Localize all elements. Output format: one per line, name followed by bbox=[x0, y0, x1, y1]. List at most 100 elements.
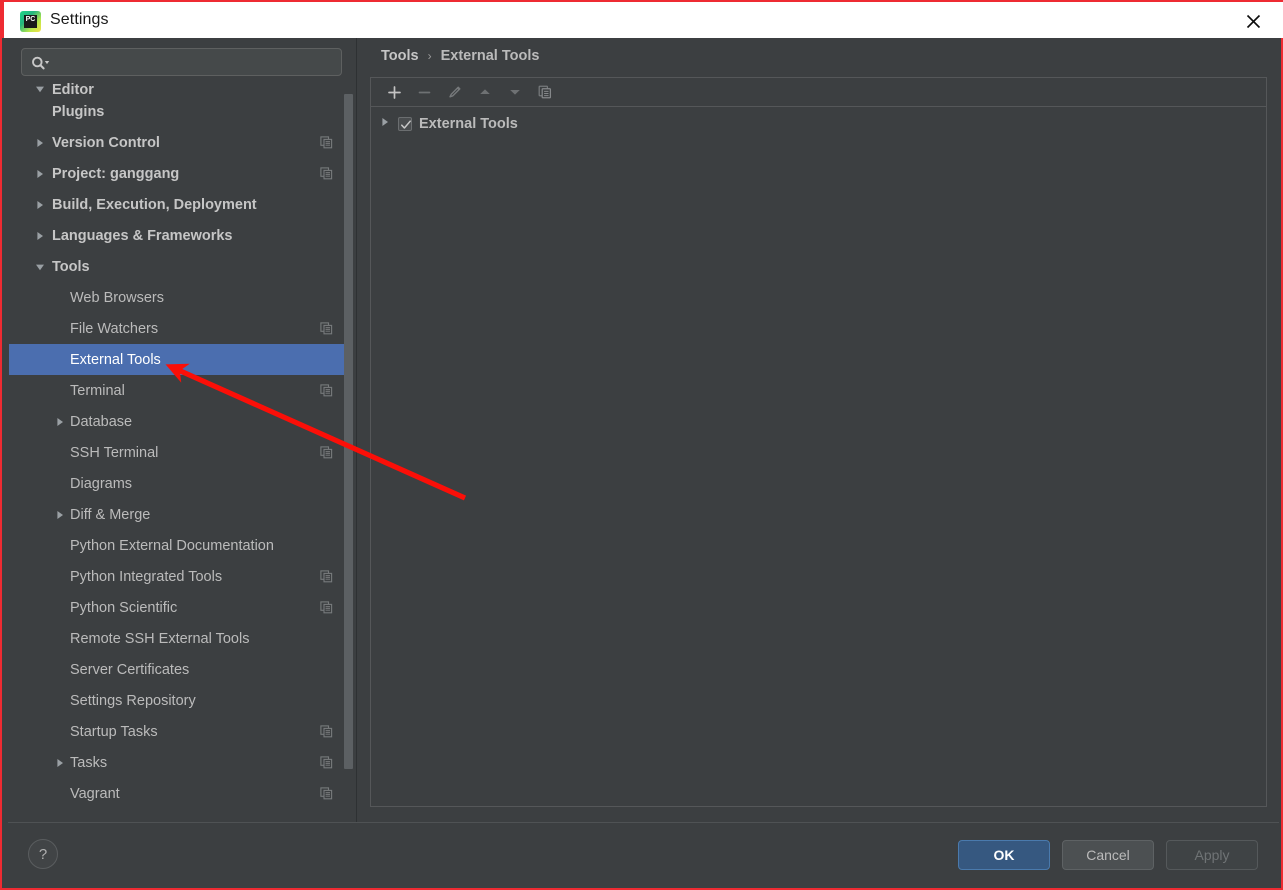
sidebar-item-label: Version Control bbox=[52, 134, 160, 151]
sidebar-item-python-integrated-tools[interactable]: Python Integrated Tools bbox=[9, 561, 350, 592]
external-tools-group-label: External Tools bbox=[419, 116, 518, 132]
sidebar-item-label: Build, Execution, Deployment bbox=[52, 196, 257, 213]
sidebar-item-python-scientific[interactable]: Python Scientific bbox=[9, 592, 350, 623]
arrow-up-icon bbox=[479, 89, 490, 94]
ok-button[interactable]: OK bbox=[958, 840, 1050, 870]
chevron-down-icon[interactable] bbox=[33, 82, 47, 96]
pycharm-icon: PC bbox=[20, 11, 41, 32]
sidebar-item-label: Python External Documentation bbox=[70, 537, 274, 554]
dialog-button-group: OK Cancel Apply bbox=[958, 840, 1258, 870]
remove-button[interactable] bbox=[411, 80, 438, 104]
add-button[interactable] bbox=[381, 80, 408, 104]
breadcrumb: Tools › External Tools bbox=[381, 48, 539, 64]
cancel-button[interactable]: Cancel bbox=[1062, 840, 1154, 870]
external-tools-checkbox[interactable] bbox=[398, 117, 412, 131]
sidebar-item-label: External Tools bbox=[70, 351, 161, 368]
sidebar-scrollbar[interactable] bbox=[344, 94, 353, 769]
sidebar-item-version-control[interactable]: Version Control bbox=[9, 127, 350, 158]
apply-button[interactable]: Apply bbox=[1166, 840, 1258, 870]
sidebar-item-settings-repository[interactable]: Settings Repository bbox=[9, 685, 350, 716]
sidebar-item-label: Diff & Merge bbox=[70, 506, 151, 523]
sidebar-item-label: File Watchers bbox=[70, 320, 159, 337]
edit-button[interactable] bbox=[441, 80, 468, 104]
sidebar-item-label: Server Certificates bbox=[70, 661, 190, 678]
chevron-right-icon[interactable] bbox=[379, 115, 391, 133]
search-box[interactable] bbox=[21, 48, 342, 76]
chevron-right-icon[interactable] bbox=[33, 167, 47, 181]
sidebar-item-diff-merge[interactable]: Diff & Merge bbox=[9, 499, 350, 530]
close-icon[interactable] bbox=[1231, 6, 1275, 36]
sidebar-item-project-ganggang[interactable]: Project: ganggang bbox=[9, 158, 350, 189]
sidebar-item-tasks[interactable]: Tasks bbox=[9, 747, 350, 778]
sidebar-item-label: SSH Terminal bbox=[70, 444, 159, 461]
minus-icon bbox=[418, 91, 431, 93]
sidebar-item-editor[interactable]: Editor bbox=[9, 82, 350, 96]
copy-settings-icon bbox=[320, 601, 333, 614]
settings-detail-pane: Tools › External Tools External Tools bbox=[357, 38, 1279, 822]
sidebar-item-label: Editor bbox=[52, 82, 94, 96]
move-up-button[interactable] bbox=[471, 80, 498, 104]
sidebar-item-tools[interactable]: Tools bbox=[9, 251, 350, 282]
chevron-right-icon[interactable] bbox=[33, 198, 47, 212]
sidebar-item-label: Web Browsers bbox=[70, 289, 165, 306]
dialog-body: Editor Plugins Version Control Project: gan… bbox=[8, 38, 1279, 822]
sidebar-item-label: Diagrams bbox=[70, 475, 133, 492]
sidebar-item-startup-tasks[interactable]: Startup Tasks bbox=[9, 716, 350, 747]
copy-settings-icon bbox=[320, 322, 333, 335]
title-bar: PC Settings bbox=[2, 0, 1283, 38]
pencil-icon bbox=[448, 86, 460, 98]
sidebar-item-external-tools[interactable]: External Tools bbox=[9, 344, 350, 375]
chevron-right-icon[interactable] bbox=[53, 756, 67, 770]
sidebar-item-vagrant[interactable]: Vagrant bbox=[9, 778, 350, 809]
sidebar-item-remote-ssh-external-tools[interactable]: Remote SSH External Tools bbox=[9, 623, 350, 654]
sidebar-item-database[interactable]: Database bbox=[9, 406, 350, 437]
sidebar-item-server-certificates[interactable]: Server Certificates bbox=[9, 654, 350, 685]
help-button[interactable]: ? bbox=[28, 839, 58, 869]
search-icon bbox=[31, 54, 53, 72]
copy-settings-icon bbox=[320, 136, 333, 149]
external-tools-panel: External Tools bbox=[370, 77, 1267, 807]
window-title: Settings bbox=[50, 11, 109, 28]
chevron-right-icon[interactable] bbox=[53, 415, 67, 429]
sidebar-item-file-watchers[interactable]: File Watchers bbox=[9, 313, 350, 344]
search-input[interactable] bbox=[56, 50, 336, 74]
sidebar-item-build-execution-deployment[interactable]: Build, Execution, Deployment bbox=[9, 189, 350, 220]
sidebar-item-python-external-documentation[interactable]: Python External Documentation bbox=[9, 530, 350, 561]
copy-settings-icon bbox=[320, 570, 333, 583]
sidebar-item-label: Terminal bbox=[70, 382, 125, 399]
breadcrumb-current: External Tools bbox=[440, 48, 540, 64]
copy-settings-icon bbox=[320, 384, 333, 397]
copy-settings-icon bbox=[320, 787, 333, 800]
breadcrumb-separator-icon: › bbox=[427, 49, 432, 63]
move-down-button[interactable] bbox=[501, 80, 528, 104]
sidebar-item-languages-frameworks[interactable]: Languages & Frameworks bbox=[9, 220, 350, 251]
chevron-down-icon[interactable] bbox=[33, 260, 47, 274]
breadcrumb-parent[interactable]: Tools bbox=[381, 48, 419, 64]
sidebar-item-label: Startup Tasks bbox=[70, 723, 158, 740]
copy-settings-icon bbox=[320, 167, 333, 180]
sidebar-item-label: Project: ganggang bbox=[52, 165, 180, 182]
sidebar-item-label: Settings Repository bbox=[70, 692, 196, 709]
sidebar-item-plugins[interactable]: Plugins bbox=[9, 96, 350, 127]
sidebar-item-web-browsers[interactable]: Web Browsers bbox=[9, 282, 350, 313]
arrow-down-icon bbox=[509, 90, 520, 95]
sidebar-item-ssh-terminal[interactable]: SSH Terminal bbox=[9, 437, 350, 468]
copy-settings-icon bbox=[320, 725, 333, 738]
sidebar-item-terminal[interactable]: Terminal bbox=[9, 375, 350, 406]
sidebar-item-label: Python Integrated Tools bbox=[70, 568, 223, 585]
chevron-right-icon[interactable] bbox=[33, 229, 47, 243]
settings-sidebar: Editor Plugins Version Control Project: gan… bbox=[8, 38, 356, 822]
sidebar-item-label: Remote SSH External Tools bbox=[70, 630, 250, 647]
chevron-right-icon[interactable] bbox=[53, 508, 67, 522]
chevron-right-icon[interactable] bbox=[33, 136, 47, 150]
external-tools-list[interactable]: External Tools bbox=[371, 107, 1266, 137]
settings-tree[interactable]: Editor Plugins Version Control Project: gan… bbox=[8, 82, 356, 822]
copy-settings-icon bbox=[320, 446, 333, 459]
external-tools-group-row[interactable]: External Tools bbox=[371, 111, 1266, 137]
search-field-wrapper bbox=[21, 48, 342, 76]
copy-settings-icon bbox=[320, 756, 333, 769]
sidebar-item-label: Plugins bbox=[52, 103, 105, 120]
copy-button[interactable] bbox=[531, 80, 558, 104]
sidebar-item-label: Languages & Frameworks bbox=[52, 227, 233, 244]
sidebar-item-diagrams[interactable]: Diagrams bbox=[9, 468, 350, 499]
